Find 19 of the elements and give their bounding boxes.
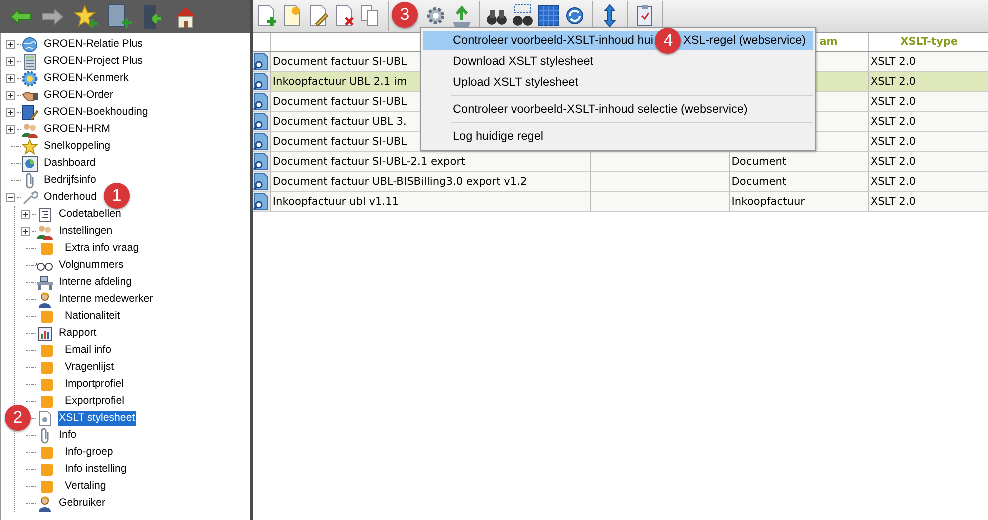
table-cell: Document factuur UBL 3. — [272, 116, 407, 128]
table-cell: XSLT 2.0 — [870, 56, 916, 68]
table-cell: Document factuur SI-UBL — [272, 136, 408, 148]
table-cell: Document — [732, 156, 787, 168]
table-cell: XSLT 2.0 — [870, 136, 916, 148]
table-cell: Document — [732, 176, 787, 188]
table-cell: XSLT 2.0 — [870, 116, 916, 128]
table-cell: Document factuur SI-UBL — [272, 96, 408, 108]
table-cell: Inkoopfactuur UBL 2.1 im — [272, 76, 408, 88]
table-cell: Document factuur SI-UBL — [272, 56, 408, 68]
table-cell: XSLT 2.0 — [870, 176, 916, 188]
table-cell: XSLT 2.0 — [870, 196, 916, 208]
table-cell: Inkoopfactuur ubl v1.11 — [272, 196, 400, 208]
table-cell: XSLT 2.0 — [870, 76, 916, 88]
table-cell: XSLT 2.0 — [870, 96, 916, 108]
table-cell: Inkoopfactuur — [732, 196, 806, 208]
table-cell: Document factuur UBL-BISBilling3.0 export v1.2 — [272, 176, 528, 188]
table-cell: Document factuur SI-UBL-2.1 export — [272, 156, 466, 168]
table-cell: XSLT 2.0 — [870, 156, 916, 168]
